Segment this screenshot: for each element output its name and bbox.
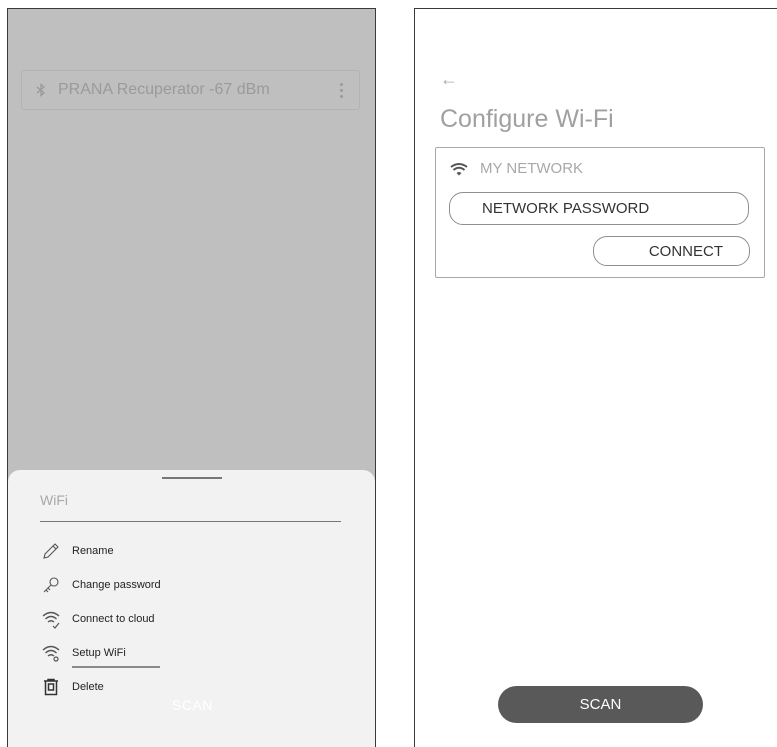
- connect-button[interactable]: CONNECT: [593, 236, 750, 266]
- menu-item-label: Delete: [72, 681, 104, 693]
- bluetooth-icon: [34, 83, 48, 97]
- sheet-title: WiFi: [40, 492, 68, 508]
- drag-handle[interactable]: [162, 477, 222, 479]
- network-header: MY NETWORK: [450, 160, 583, 177]
- kebab-menu-icon[interactable]: [331, 78, 351, 102]
- device-list-screen: PRANA Recuperator -67 dBm WiFi Rename Ch…: [7, 8, 376, 747]
- menu-item-change-password[interactable]: Change password: [40, 572, 340, 598]
- setup-wifi-underline: [72, 666, 160, 668]
- page-title: Configure Wi-Fi: [440, 105, 614, 133]
- sheet-divider: [40, 521, 341, 522]
- configure-wifi-screen: ← Configure Wi-Fi MY NETWORK CONNECT SCA…: [414, 8, 777, 747]
- menu-item-label: Rename: [72, 545, 114, 557]
- pencil-icon: [40, 540, 62, 562]
- trash-icon: [40, 676, 62, 698]
- key-icon: [40, 574, 62, 596]
- wifi-icon: [450, 162, 468, 176]
- menu-item-label: Setup WiFi: [72, 647, 126, 659]
- wifi-cloud-icon: [40, 608, 62, 630]
- menu-item-setup-wifi[interactable]: Setup WiFi: [40, 640, 340, 666]
- network-password-input[interactable]: [449, 192, 749, 225]
- back-arrow-icon[interactable]: ←: [440, 69, 458, 90]
- network-card: MY NETWORK CONNECT: [435, 147, 765, 278]
- menu-item-label: Connect to cloud: [72, 613, 155, 625]
- scan-button[interactable]: SCAN: [498, 686, 703, 723]
- menu-item-label: Change password: [72, 579, 161, 591]
- menu-item-connect-to-cloud[interactable]: Connect to cloud: [40, 606, 340, 632]
- wifi-gear-icon: [40, 642, 62, 664]
- device-list-item[interactable]: PRANA Recuperator -67 dBm: [21, 70, 360, 110]
- scan-label: SCAN: [172, 697, 213, 713]
- bottom-sheet: WiFi Rename Change password Connect to c…: [8, 470, 375, 747]
- device-name: PRANA Recuperator -67 dBm: [58, 81, 270, 98]
- network-name: MY NETWORK: [480, 160, 584, 177]
- menu-item-rename[interactable]: Rename: [40, 538, 340, 564]
